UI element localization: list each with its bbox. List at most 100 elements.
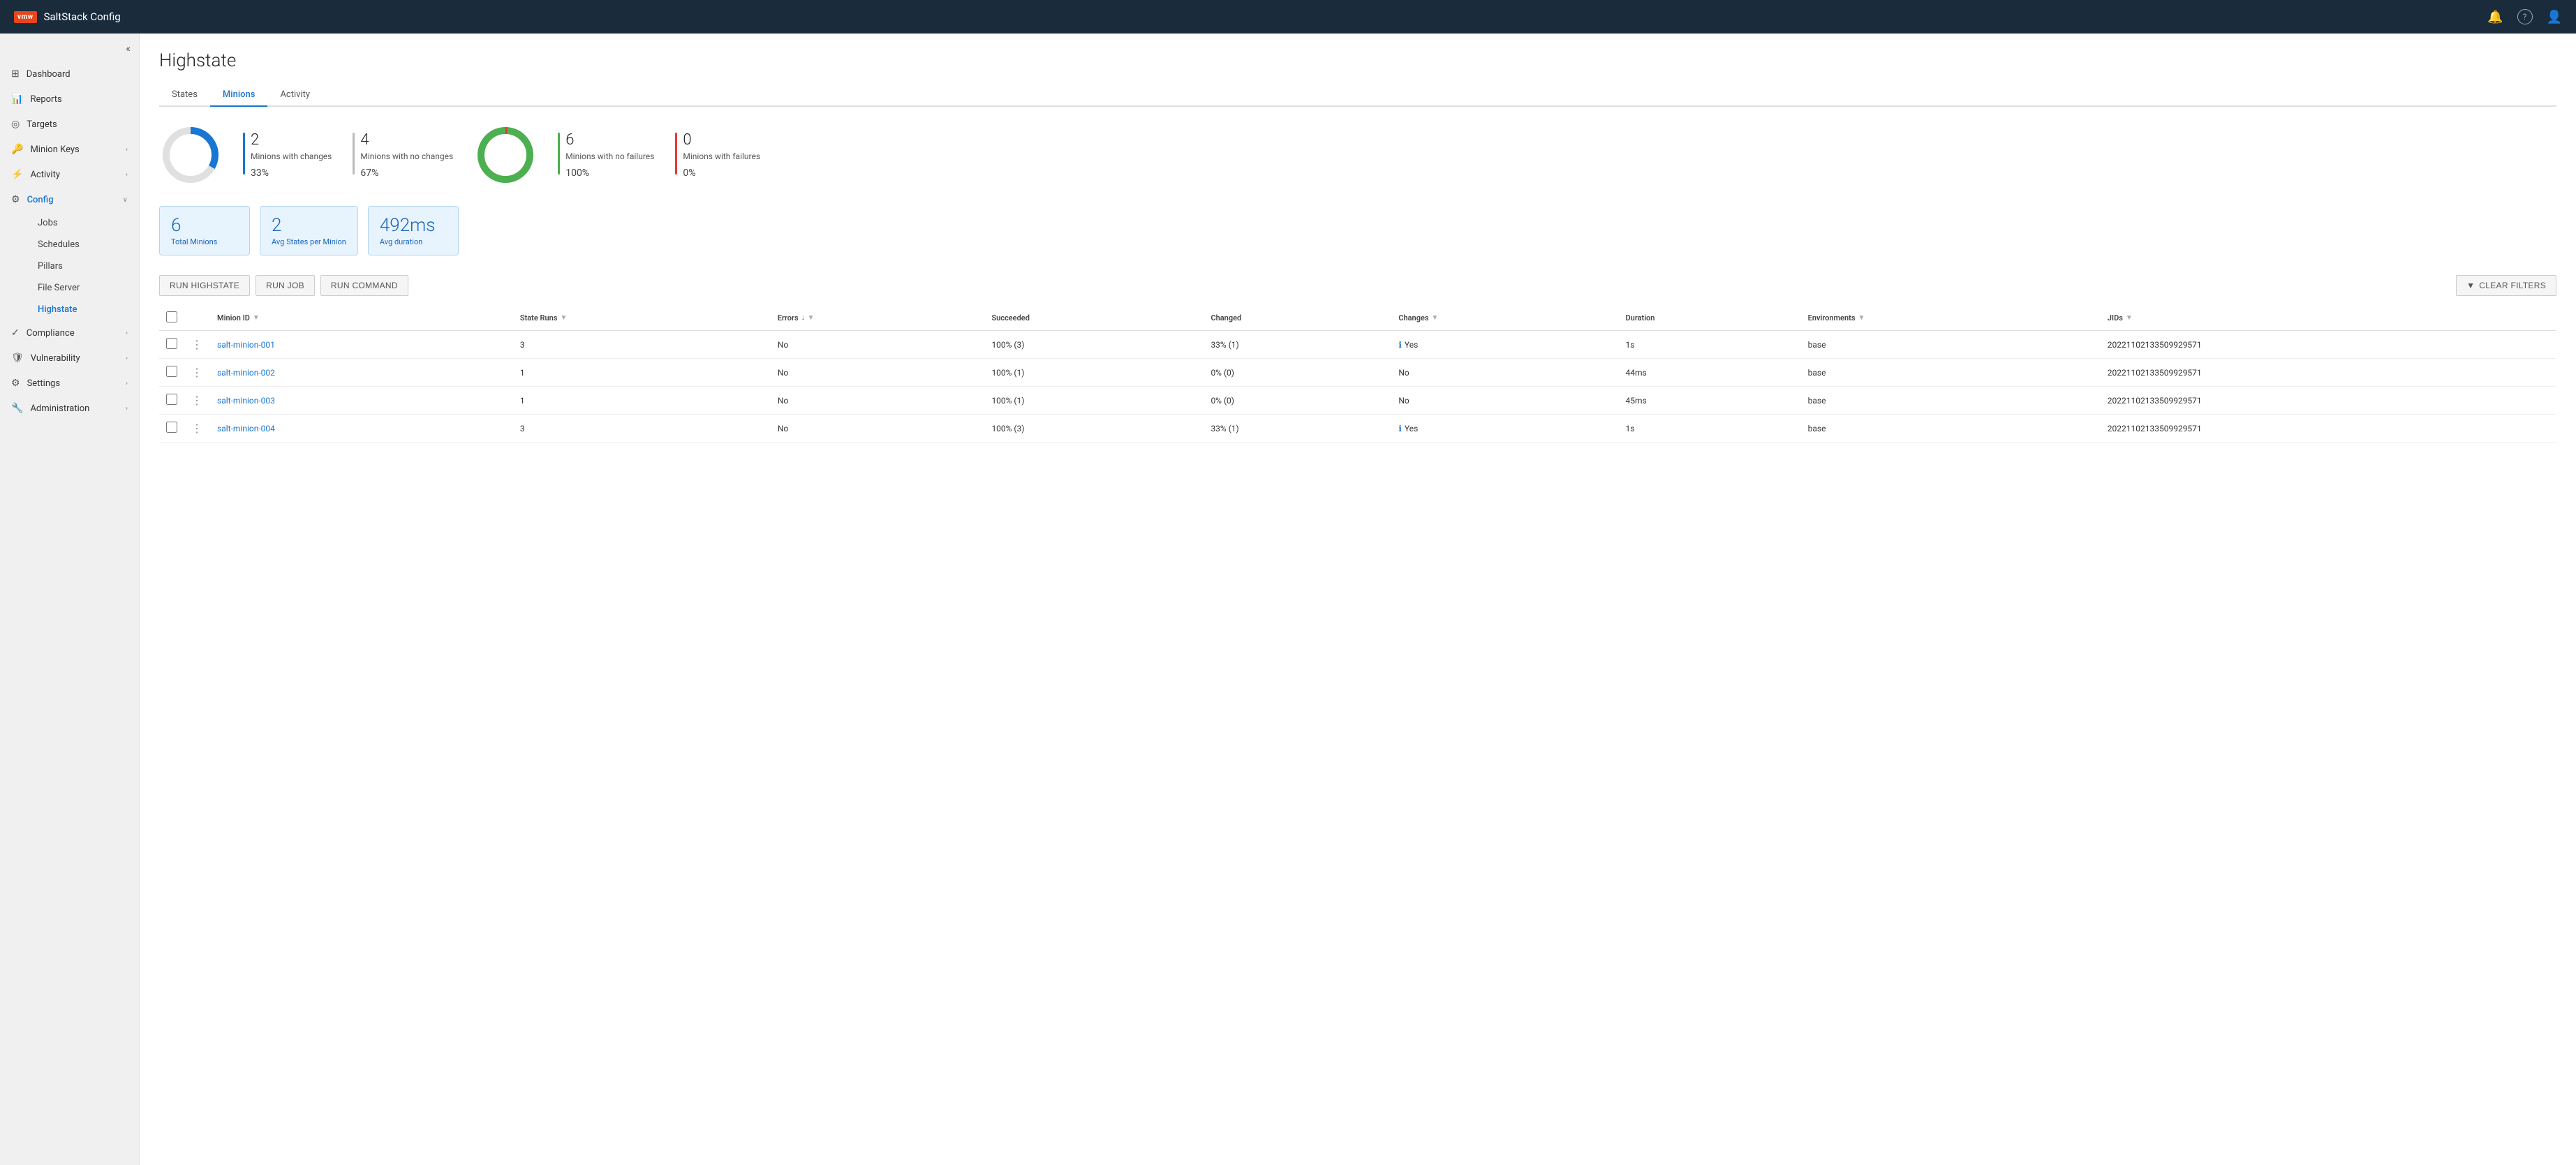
errors-filter-icon[interactable]: ▼ — [808, 314, 815, 322]
total-minions-value: 6 — [171, 215, 238, 236]
row-menu-button[interactable]: ⋮ — [191, 422, 203, 435]
stat-bar-green — [558, 133, 560, 175]
minion-id-link[interactable]: salt-minion-001 — [217, 340, 275, 350]
row-errors: No — [771, 387, 985, 415]
col-state-runs-label: State Runs — [520, 313, 558, 322]
row-changed: 33% (1) — [1204, 331, 1391, 359]
row-jids: 20221102133509929571 — [2101, 387, 2556, 415]
sidebar-item-label: Activity — [30, 170, 60, 180]
row-duration: 1s — [1619, 331, 1801, 359]
row-menu-button[interactable]: ⋮ — [191, 366, 203, 379]
sidebar-item-schedules[interactable]: Schedules — [27, 234, 139, 255]
notifications-icon[interactable]: 🔔 — [2487, 10, 2503, 24]
sidebar-item-targets[interactable]: ◎ Targets — [0, 112, 139, 137]
minion-id-link[interactable]: salt-minion-003 — [217, 396, 275, 406]
col-jids-label: JIDs — [2108, 313, 2123, 322]
row-checkbox[interactable] — [166, 394, 177, 405]
dashboard-icon: ⊞ — [11, 68, 20, 80]
row-environments: base — [1801, 415, 2101, 443]
stat-failures-label: Minions with failures — [683, 151, 760, 163]
minion-id-link[interactable]: salt-minion-004 — [217, 424, 275, 433]
chevron-right-icon: › — [126, 405, 128, 413]
sidebar-item-config[interactable]: ⚙ Config ∨ — [0, 187, 139, 212]
stat-no-changes-value: 4 — [360, 131, 453, 149]
row-changed: 0% (0) — [1204, 359, 1391, 387]
col-environments: Environments ▼ — [1801, 306, 2101, 331]
topnav-right: 🔔 ? 👤 — [2487, 9, 2562, 24]
row-checkbox[interactable] — [166, 422, 177, 433]
help-icon[interactable]: ? — [2517, 9, 2533, 24]
changes-filter-icon[interactable]: ▼ — [1432, 314, 1439, 322]
minion-id-link[interactable]: salt-minion-002 — [217, 368, 275, 378]
sidebar-item-settings[interactable]: ⚙ Settings › — [0, 371, 139, 396]
table-body: ⋮ salt-minion-001 3 No 100% (3) 33% (1) … — [159, 331, 2556, 443]
row-menu-button[interactable]: ⋮ — [191, 394, 203, 407]
sidebar: « ⊞ Dashboard 📊 Reports ◎ Targets 🔑 Mini… — [0, 34, 140, 1165]
row-menu-button[interactable]: ⋮ — [191, 338, 203, 351]
sidebar-item-file-server[interactable]: File Server — [27, 277, 139, 299]
row-changes: ℹ Yes — [1391, 331, 1618, 359]
environments-filter-icon[interactable]: ▼ — [1858, 314, 1865, 322]
tab-activity[interactable]: Activity — [267, 84, 323, 107]
stat-no-changes-pct: 67% — [360, 168, 453, 179]
vmw-logo: vmw — [14, 11, 37, 23]
sidebar-item-jobs[interactable]: Jobs — [27, 212, 139, 234]
col-changes: Changes ▼ — [1391, 306, 1618, 331]
compliance-icon: ✓ — [11, 327, 20, 339]
col-duration-label: Duration — [1626, 313, 1655, 322]
sidebar-item-vulnerability[interactable]: 🛡 Vulnerability › — [0, 346, 139, 371]
topnav-left: vmw SaltStack Config — [14, 10, 121, 23]
state-runs-filter-icon[interactable]: ▼ — [560, 314, 567, 322]
sidebar-item-reports[interactable]: 📊 Reports — [0, 87, 139, 112]
row-checkbox[interactable] — [166, 338, 177, 349]
col-changed: Changed — [1204, 306, 1391, 331]
sidebar-item-minion-keys[interactable]: 🔑 Minion Keys › — [0, 137, 139, 162]
sidebar-item-activity[interactable]: ⚡ Activity › — [0, 162, 139, 187]
reports-icon: 📊 — [11, 94, 23, 105]
table-row: ⋮ salt-minion-002 1 No 100% (1) 0% (0) N… — [159, 359, 2556, 387]
row-succeeded: 100% (1) — [984, 359, 1204, 387]
user-icon[interactable]: 👤 — [2547, 10, 2562, 24]
sidebar-item-highstate[interactable]: Highstate — [27, 299, 139, 320]
sidebar-item-compliance[interactable]: ✓ Compliance › — [0, 320, 139, 346]
sidebar-item-dashboard[interactable]: ⊞ Dashboard — [0, 61, 139, 87]
targets-icon: ◎ — [11, 119, 20, 130]
select-all-checkbox[interactable] — [166, 311, 177, 322]
minions-table-wrap: Minion ID ▼ State Runs ▼ — [159, 306, 2556, 443]
row-checkbox[interactable] — [166, 366, 177, 377]
stat-changes-label: Minions with changes — [251, 151, 332, 163]
run-job-button[interactable]: RUN JOB — [256, 275, 315, 296]
activity-icon: ⚡ — [11, 169, 23, 180]
sidebar-item-label: Reports — [30, 94, 61, 105]
sidebar-item-administration[interactable]: 🔧 Administration › — [0, 396, 139, 421]
topnav: vmw SaltStack Config 🔔 ? 👤 — [0, 0, 2576, 34]
sidebar-collapse-button[interactable]: « — [0, 40, 139, 61]
row-checkbox-cell — [159, 331, 184, 359]
errors-sort-icon[interactable]: ↓ — [801, 314, 805, 322]
row-state-runs: 3 — [513, 415, 771, 443]
tab-minions[interactable]: Minions — [210, 84, 268, 107]
stat-no-changes-label: Minions with no changes — [360, 151, 453, 163]
row-minion-id: salt-minion-004 — [210, 415, 513, 443]
tab-states[interactable]: States — [159, 84, 210, 107]
clear-filters-button[interactable]: ▼ CLEAR FILTERS — [2456, 275, 2556, 296]
changes-value: Yes — [1405, 424, 1418, 433]
vulnerability-icon: 🛡 — [11, 353, 24, 364]
run-command-button[interactable]: RUN COMMAND — [320, 275, 408, 296]
minion-id-filter-icon[interactable]: ▼ — [253, 314, 260, 322]
run-highstate-button[interactable]: RUN HIGHSTATE — [159, 275, 250, 296]
row-jids: 20221102133509929571 — [2101, 359, 2556, 387]
col-errors-label: Errors — [778, 313, 799, 322]
col-succeeded-label: Succeeded — [991, 313, 1029, 322]
row-checkbox-cell — [159, 415, 184, 443]
row-environments: base — [1801, 359, 2101, 387]
stat-no-failures-value: 6 — [565, 131, 654, 149]
avg-duration-value: 492ms — [380, 215, 447, 236]
stat-no-failures-label: Minions with no failures — [565, 151, 654, 163]
col-changed-label: Changed — [1211, 313, 1241, 322]
row-environments: base — [1801, 387, 2101, 415]
col-checkbox — [159, 306, 184, 331]
sidebar-item-pillars[interactable]: Pillars — [27, 255, 139, 277]
jids-filter-icon[interactable]: ▼ — [2126, 314, 2133, 322]
col-minion-id: Minion ID ▼ — [210, 306, 513, 331]
